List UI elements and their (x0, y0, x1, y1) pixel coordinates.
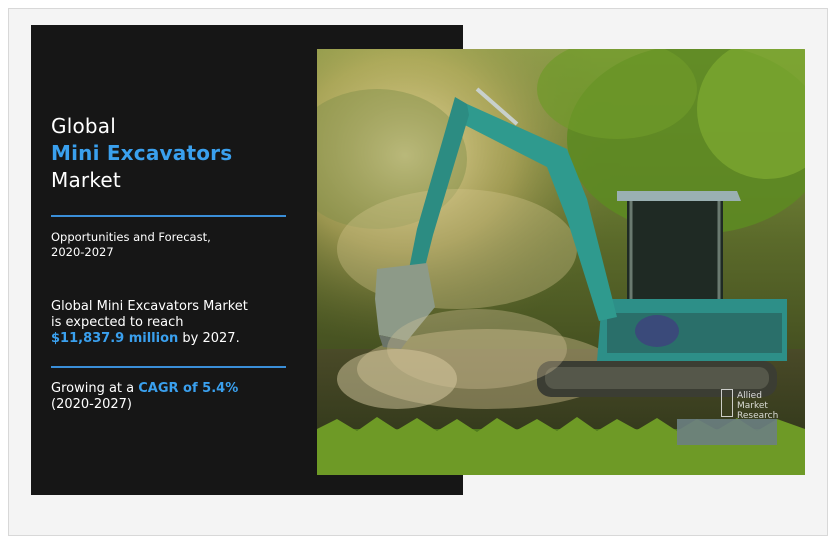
report-title: Global Mini Excavators Market (51, 113, 301, 194)
forecast-subtitle: Opportunities and Forecast, 2020-2027 (51, 230, 301, 260)
divider-1 (51, 215, 286, 217)
cagr-period: (2020-2027) (51, 397, 133, 412)
logo-line-1: Allied (737, 391, 762, 401)
excavator-photo: Allied Market Research (317, 49, 805, 475)
allied-market-research-logo: Allied Market Research (721, 389, 801, 429)
subtitle-line-2: 2020-2027 (51, 245, 114, 259)
logo-line-2: Market (737, 401, 768, 411)
infographic-card: Global Mini Excavators Market Opportunit… (31, 25, 831, 495)
title-line-2: Mini Excavators (51, 141, 233, 165)
cagr-statement: Growing at a CAGR of 5.4% (2020-2027) (51, 381, 301, 413)
cagr-prefix: Growing at a (51, 381, 139, 396)
divider-2 (51, 366, 286, 368)
infographic-frame: Global Mini Excavators Market Opportunit… (8, 8, 828, 536)
market-value-statement: Global Mini Excavators Market is expecte… (51, 299, 301, 347)
logo-text: Allied Market Research (737, 391, 805, 421)
reach-line-1: Global Mini Excavators Market (51, 299, 248, 314)
reach-suffix: by 2027. (178, 331, 240, 346)
title-line-1: Global (51, 114, 116, 138)
subtitle-line-1: Opportunities and Forecast, (51, 230, 211, 244)
cagr-value: CAGR of 5.4% (138, 381, 239, 396)
title-line-3: Market (51, 168, 121, 192)
market-value: $11,837.9 million (51, 331, 179, 346)
reach-line-2: is expected to reach (51, 315, 184, 330)
logo-mark-icon (721, 389, 733, 417)
logo-line-3: Research (737, 411, 779, 421)
